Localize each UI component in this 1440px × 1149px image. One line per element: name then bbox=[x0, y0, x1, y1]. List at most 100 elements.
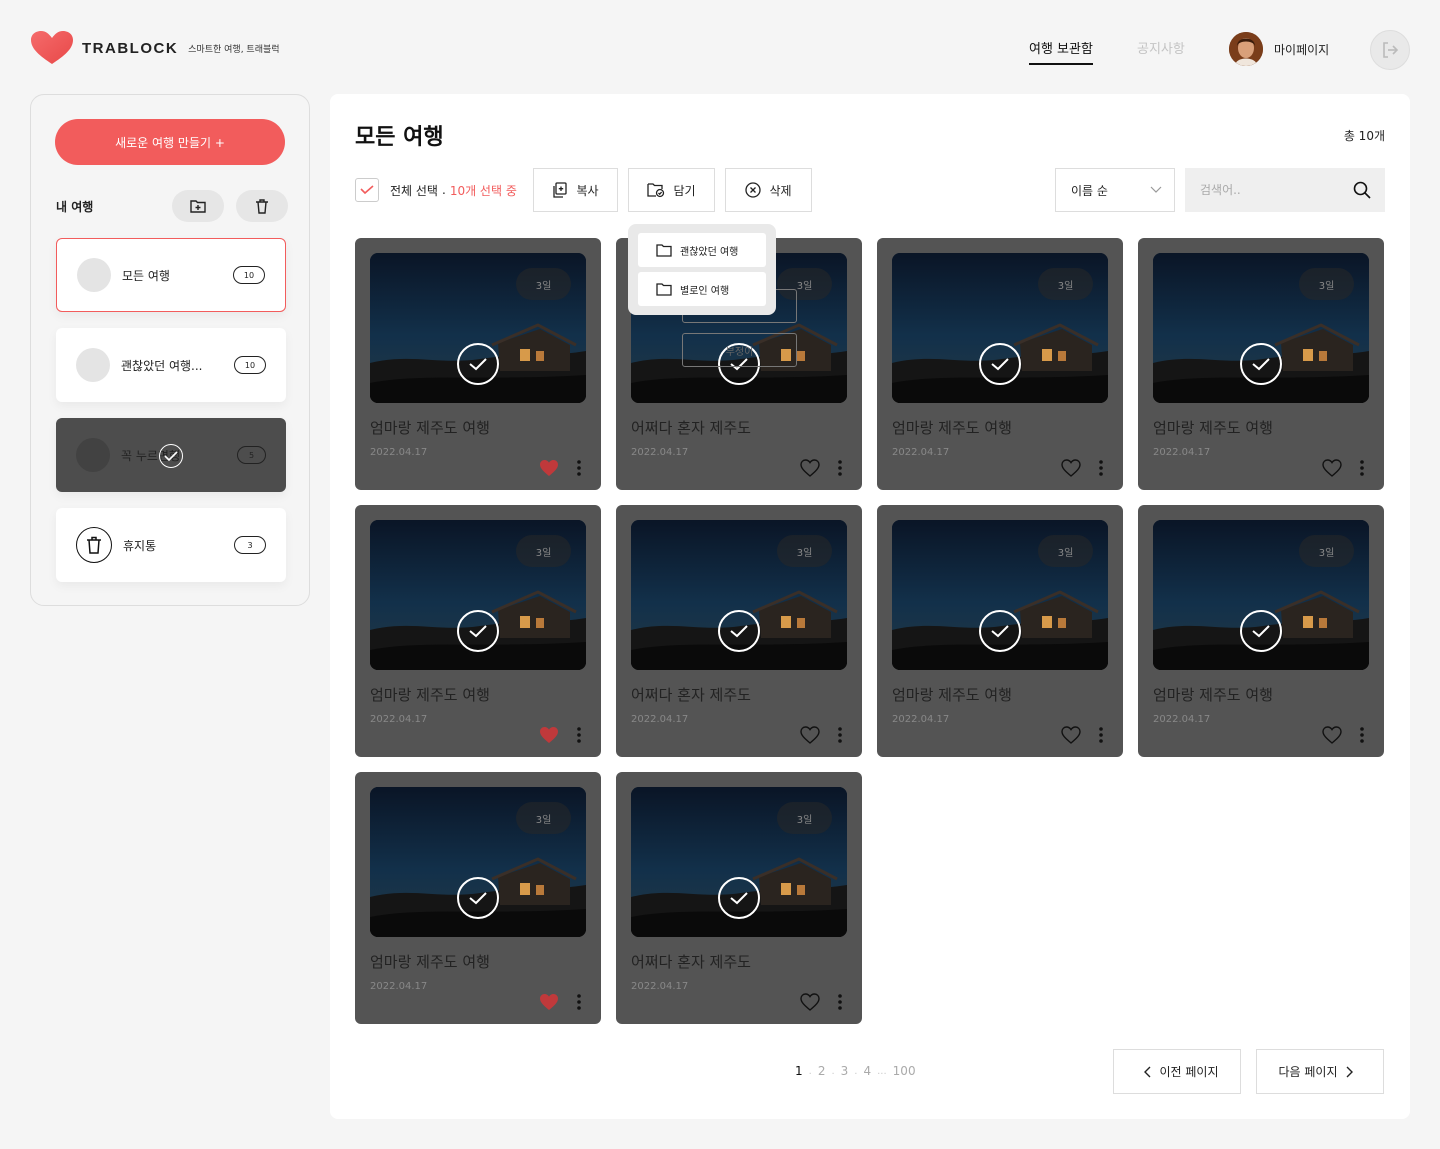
trip-date: 2022.04.17 bbox=[631, 714, 689, 725]
folder-thumbnail bbox=[76, 348, 110, 382]
heart-icon[interactable] bbox=[800, 459, 820, 481]
avatar bbox=[1229, 32, 1263, 66]
selected-check-icon[interactable] bbox=[457, 877, 499, 919]
trip-title: 어쩌다 혼자 제주도 bbox=[631, 419, 751, 437]
sort-select[interactable]: 이름 순 bbox=[1055, 168, 1175, 212]
trip-card[interactable]: 3일 엄마랑 제주도 여행 2022.04.17 bbox=[877, 505, 1123, 757]
page-4[interactable]: 4 bbox=[863, 1064, 871, 1078]
more-icon[interactable] bbox=[837, 459, 843, 481]
trip-card[interactable]: 3일 어쩌다 혼자 제주도 2022.04.17 bbox=[616, 772, 862, 1024]
more-icon[interactable] bbox=[1098, 726, 1104, 748]
trash-icon bbox=[256, 198, 268, 214]
folder-dragging[interactable]: 꼭 누르면행 5 bbox=[56, 418, 286, 492]
page-100[interactable]: 100 bbox=[893, 1064, 916, 1078]
more-icon[interactable] bbox=[837, 993, 843, 1015]
more-icon[interactable] bbox=[576, 459, 582, 481]
selected-check-icon[interactable] bbox=[718, 877, 760, 919]
trip-date: 2022.04.17 bbox=[631, 447, 689, 458]
delete-button[interactable]: 삭제 bbox=[725, 168, 812, 212]
trip-title: 엄마랑 제주도 여행 bbox=[370, 953, 490, 971]
page-1[interactable]: 1 bbox=[795, 1064, 803, 1078]
logout-button[interactable] bbox=[1370, 30, 1410, 70]
add-folder-button[interactable] bbox=[172, 190, 224, 222]
trip-photo: 3일 bbox=[370, 253, 586, 403]
sidebar: 새로운 여행 만들기 + 내 여행 모든 여행 10 괜찮았던 여행... 10… bbox=[30, 94, 310, 606]
more-icon[interactable] bbox=[1359, 459, 1365, 481]
heart-icon[interactable] bbox=[539, 726, 559, 748]
search-input[interactable] bbox=[1200, 183, 1350, 197]
trip-card[interactable]: 3일 엄마랑 제주도 여행 2022.04.17 bbox=[355, 238, 601, 490]
selected-check-icon[interactable] bbox=[979, 610, 1021, 652]
search-icon[interactable] bbox=[1353, 181, 1371, 199]
trip-card[interactable]: 3일 엄마랑 제주도 여행 2022.04.17 bbox=[877, 238, 1123, 490]
page-separator: . bbox=[831, 1065, 835, 1077]
heart-icon[interactable] bbox=[1061, 459, 1081, 481]
selected-check-icon[interactable] bbox=[1240, 343, 1282, 385]
prev-page-button[interactable]: 이전 페이지 bbox=[1113, 1049, 1241, 1094]
prev-page-label: 이전 페이지 bbox=[1159, 1065, 1219, 1079]
trip-card[interactable]: 3일 어쩌다 혼자 제주도 2022.04.17 bbox=[616, 505, 862, 757]
save-label: 담기 bbox=[673, 183, 696, 198]
trip-photo: 3일 bbox=[631, 787, 847, 937]
mypage-label: 마이페이지 bbox=[1274, 42, 1330, 57]
folder-save-icon bbox=[647, 183, 665, 198]
heart-icon[interactable] bbox=[800, 726, 820, 748]
heart-icon[interactable] bbox=[1322, 726, 1342, 748]
copy-button[interactable]: 복사 bbox=[533, 168, 618, 212]
page-3[interactable]: 3 bbox=[841, 1064, 849, 1078]
folder-good-trips[interactable]: 괜찮았던 여행... 10 bbox=[56, 328, 286, 402]
more-icon[interactable] bbox=[1359, 726, 1365, 748]
heart-icon[interactable] bbox=[539, 459, 559, 481]
select-all-label: 전체 선택 bbox=[390, 183, 438, 198]
trip-days-badge: 3일 bbox=[1038, 268, 1093, 300]
select-all[interactable]: 전체 선택 . 10개 선택 중 bbox=[355, 178, 517, 202]
chevron-right-icon bbox=[1346, 1066, 1353, 1077]
delete-label: 삭제 bbox=[769, 183, 792, 198]
selected-check-icon[interactable] bbox=[718, 610, 760, 652]
trip-photo: 3일 bbox=[1153, 520, 1369, 670]
dropdown-item-bad-trips[interactable]: 별로인 여행 bbox=[638, 272, 766, 306]
save-to-folder-button[interactable]: 담기 bbox=[628, 168, 715, 212]
page-2[interactable]: 2 bbox=[818, 1064, 826, 1078]
selected-check-icon[interactable] bbox=[457, 610, 499, 652]
folder-name: 모든 여행 bbox=[122, 268, 170, 283]
trip-days-badge: 3일 bbox=[516, 268, 571, 300]
more-icon[interactable] bbox=[576, 993, 582, 1015]
trip-card[interactable]: 3일 엄마랑 제주도 여행 2022.04.17 bbox=[1138, 238, 1384, 490]
more-icon[interactable] bbox=[1098, 459, 1104, 481]
trip-date: 2022.04.17 bbox=[892, 447, 950, 458]
heart-icon[interactable] bbox=[1322, 459, 1342, 481]
select-all-checkbox[interactable] bbox=[355, 178, 379, 202]
folder-trash[interactable]: 휴지통 3 bbox=[56, 508, 286, 582]
selected-check-icon[interactable] bbox=[457, 343, 499, 385]
more-icon[interactable] bbox=[576, 726, 582, 748]
heart-icon[interactable] bbox=[1061, 726, 1081, 748]
page-ellipsis: ... bbox=[877, 1065, 887, 1077]
heart-icon[interactable] bbox=[800, 993, 820, 1015]
more-icon[interactable] bbox=[837, 726, 843, 748]
trip-card[interactable]: 3일 엄마랑 제주도 여행 2022.04.17 bbox=[1138, 505, 1384, 757]
page-separator: . bbox=[854, 1065, 858, 1077]
folder-all-trips[interactable]: 모든 여행 10 bbox=[56, 238, 286, 312]
next-page-button[interactable]: 다음 페이지 bbox=[1256, 1049, 1384, 1094]
selected-check-icon[interactable] bbox=[1240, 610, 1282, 652]
mypage-link[interactable]: 마이페이지 bbox=[1229, 32, 1329, 66]
nav-trip-vault[interactable]: 여행 보관함 bbox=[1029, 38, 1093, 65]
drag-check-icon bbox=[159, 444, 183, 468]
trip-days-badge: 3일 bbox=[777, 535, 832, 567]
heart-icon[interactable] bbox=[539, 993, 559, 1015]
trip-photo: 3일 bbox=[1153, 253, 1369, 403]
trip-card[interactable]: 3일 엄마랑 제주도 여행 2022.04.17 bbox=[355, 505, 601, 757]
new-trip-button[interactable]: 새로운 여행 만들기 + bbox=[55, 119, 285, 165]
dropdown-item-good-trips[interactable]: 괜찮았던 여행 bbox=[638, 233, 766, 267]
trip-days-badge: 3일 bbox=[1299, 268, 1354, 300]
folder-count: 3 bbox=[234, 536, 266, 554]
copy-icon bbox=[553, 182, 568, 198]
brand-tagline: 스마트한 여행, 트래블럭 bbox=[188, 44, 280, 55]
delete-folder-button[interactable] bbox=[236, 190, 288, 222]
brand-logo[interactable]: TRABLOCK 스마트한 여행, 트래블럭 bbox=[30, 30, 280, 66]
trip-title: 어쩌다 혼자 제주도 bbox=[631, 953, 751, 971]
selected-check-icon[interactable] bbox=[979, 343, 1021, 385]
nav-notice[interactable]: 공지사항 bbox=[1137, 38, 1185, 57]
trip-card[interactable]: 3일 엄마랑 제주도 여행 2022.04.17 bbox=[355, 772, 601, 1024]
